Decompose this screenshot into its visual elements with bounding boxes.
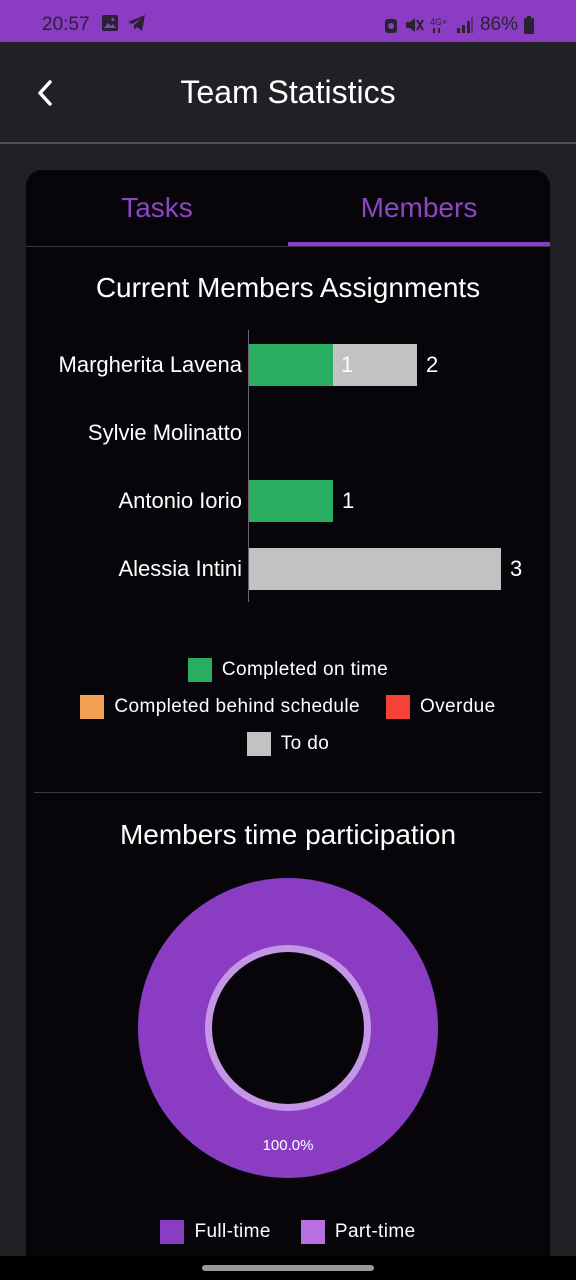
status-bar: 20:57 4G+ 86% bbox=[0, 0, 576, 42]
alarm-icon bbox=[384, 16, 398, 34]
bar-completed-on-time[interactable] bbox=[249, 344, 333, 386]
bar-completed-on-time[interactable] bbox=[249, 480, 333, 522]
legend-swatch bbox=[160, 1220, 185, 1244]
legend-swatch bbox=[246, 732, 271, 756]
page-title: Team Statistics bbox=[180, 74, 396, 110]
segment-value-label: 1 bbox=[341, 352, 354, 377]
legend-part-time: Part-time bbox=[300, 1220, 416, 1244]
gallery-icon bbox=[101, 14, 119, 32]
legend-swatch bbox=[187, 658, 212, 682]
legend-full-time: Full-time bbox=[160, 1220, 270, 1244]
legend-overdue: Overdue bbox=[385, 695, 496, 719]
battery-percent: 86% bbox=[479, 14, 518, 35]
home-gesture-handle[interactable] bbox=[202, 1265, 374, 1271]
app-bar: Team Statistics bbox=[0, 42, 576, 142]
legend-label: Completed on time bbox=[221, 659, 389, 680]
svg-text:4G+: 4G+ bbox=[430, 17, 447, 27]
bar-row: Antonio Iorio 1 bbox=[26, 480, 550, 522]
donut-svg bbox=[138, 878, 438, 1178]
status-time: 20:57 bbox=[42, 14, 90, 35]
telegram-icon bbox=[127, 14, 147, 32]
assignments-bar-chart: Margherita Lavena 1 2 Sylvie Molinatto Anton… bbox=[26, 330, 550, 605]
mute-icon bbox=[404, 16, 424, 34]
battery-icon bbox=[524, 16, 534, 34]
legend-swatch bbox=[80, 695, 105, 719]
donut-hole bbox=[212, 952, 364, 1104]
legend-label: Part-time bbox=[334, 1221, 416, 1242]
bar-total-label: 2 bbox=[426, 352, 439, 377]
bar-row: Margherita Lavena 1 2 bbox=[26, 344, 550, 386]
header-divider bbox=[0, 142, 576, 144]
legend-label: To do bbox=[280, 733, 330, 754]
legend-label: Overdue bbox=[419, 696, 496, 717]
bar-row: Alessia Intini 3 bbox=[26, 548, 550, 590]
legend-label: Full-time bbox=[194, 1221, 271, 1242]
bar-to-do[interactable]: 1 bbox=[333, 344, 417, 386]
member-name-label: Antonio Iorio bbox=[118, 488, 242, 513]
member-name-label: Sylvie Molinatto bbox=[87, 420, 242, 445]
legend-swatch bbox=[300, 1220, 325, 1244]
participation-donut-chart: 100.0% bbox=[138, 878, 438, 1178]
legend-completed-on-time: Completed on time bbox=[187, 658, 389, 682]
assignments-title: Current Members Assignments bbox=[95, 272, 481, 303]
signal-icon bbox=[456, 16, 474, 34]
system-nav-bar bbox=[0, 1256, 576, 1280]
bar-row: Sylvie Molinatto bbox=[26, 412, 550, 454]
tab-indicator bbox=[288, 242, 550, 246]
tab-bar: Tasks Members bbox=[26, 170, 550, 247]
section-divider bbox=[34, 792, 542, 793]
bar-total-label: 1 bbox=[342, 488, 355, 513]
tab-members[interactable]: Members bbox=[288, 170, 550, 246]
slice-percent-label: 100.0% bbox=[262, 1137, 314, 1154]
legend-label: Completed behind schedule bbox=[114, 696, 360, 717]
bar-total-label: 3 bbox=[510, 556, 523, 581]
4g-icon: 4G+ bbox=[430, 16, 450, 34]
member-name-label: Alessia Intini bbox=[118, 556, 242, 581]
bar-to-do[interactable] bbox=[249, 548, 501, 590]
legend-to-do: To do bbox=[246, 732, 330, 756]
legend-swatch bbox=[385, 695, 410, 719]
participation-legend: Full-time Part-time bbox=[26, 1220, 550, 1244]
legend-completed-behind-schedule: Completed behind schedule bbox=[80, 695, 360, 719]
participation-title: Members time participation bbox=[119, 819, 457, 850]
member-name-label: Margherita Lavena bbox=[58, 352, 242, 377]
statistics-card: Tasks Members Current Members Assignment… bbox=[26, 170, 550, 1280]
tab-tasks[interactable]: Tasks bbox=[26, 170, 288, 246]
